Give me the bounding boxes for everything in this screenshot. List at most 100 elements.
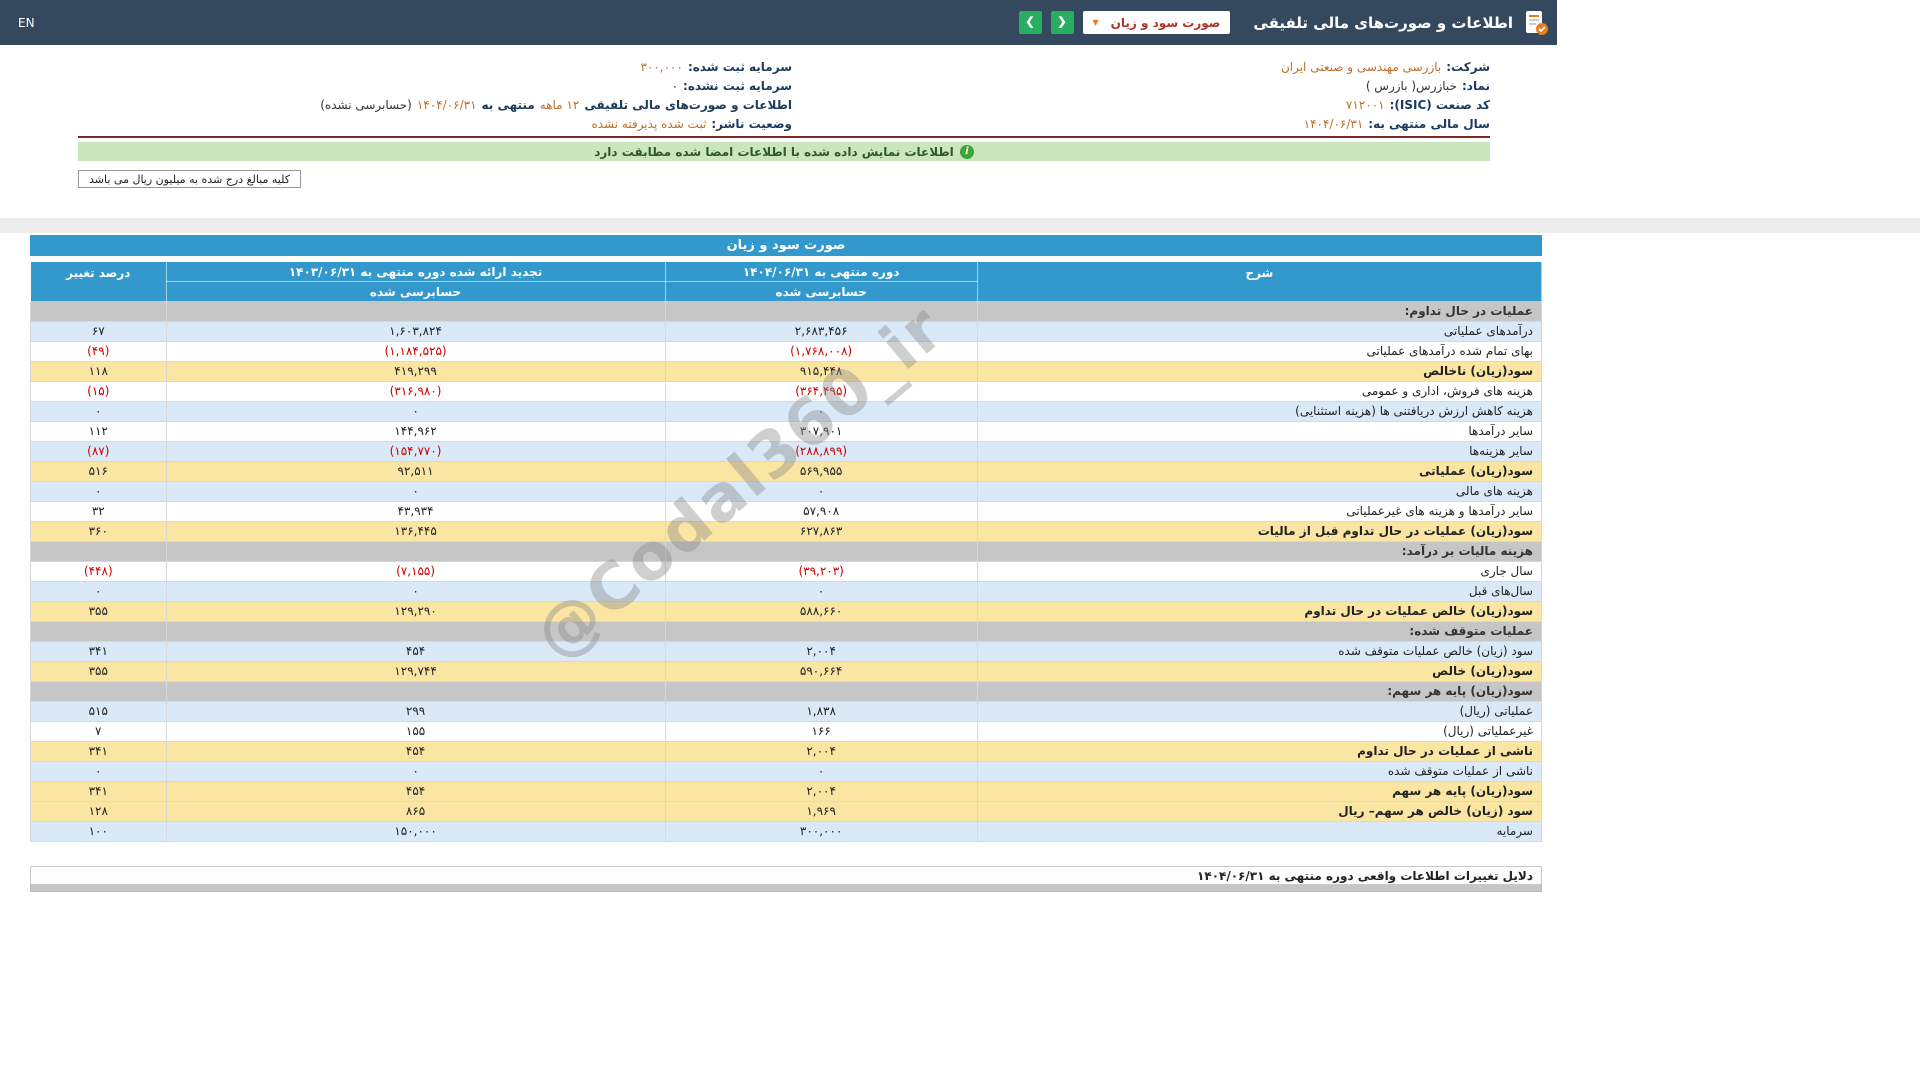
row-value-prior: ۱۳۶,۴۴۵ bbox=[165, 521, 666, 542]
statement-row: سایر درآمدها ۳۰۷,۹۰۱ ۱۴۴,۹۶۲ ۱۱۲ bbox=[30, 421, 1543, 442]
row-label: سال‌های قبل bbox=[976, 581, 1543, 602]
row-value-change: ۳۴۱ bbox=[30, 781, 167, 802]
report-line-middle: منتهی به bbox=[481, 97, 535, 112]
statement-row: سود(زیان) خالص عملیات در حال تداوم ۵۸۸,۶۶… bbox=[30, 601, 1543, 622]
statement-row: سود(زیان) پایه هر سهم ۲,۰۰۴ ۴۵۴ ۳۴۱ bbox=[30, 781, 1543, 802]
row-value-change: ۵۱۶ bbox=[30, 461, 167, 482]
row-value-current: ۲,۰۰۴ bbox=[664, 641, 978, 662]
statement-row: هزینه های مالی ۰ ۰ ۰ bbox=[30, 481, 1543, 502]
row-value-change bbox=[30, 301, 167, 322]
row-value-change: ۳۴۱ bbox=[30, 641, 167, 662]
statement-row: سود (زیان) خالص عملیات متوقف شده ۲,۰۰۴ ۴۵۴… bbox=[30, 641, 1543, 662]
column-header-prior-period: تجدید ارائه شده دوره منتهی به ۱۴۰۳/۰۶/۳۱ bbox=[165, 261, 666, 282]
row-value-current bbox=[664, 621, 978, 642]
statement-table-header: شرح دوره منتهی به ۱۴۰۴/۰۶/۳۱ تجدید ارائه… bbox=[30, 261, 1543, 302]
registered-capital-value: ۳۰۰,۰۰۰ bbox=[640, 59, 683, 74]
row-value-current: ۳۰۷,۹۰۱ bbox=[664, 421, 978, 442]
language-toggle-en[interactable]: EN bbox=[18, 16, 35, 30]
report-type-dropdown[interactable]: صورت سود و زیان ▼ bbox=[1082, 11, 1231, 34]
previous-report-button[interactable]: ❮ bbox=[1050, 11, 1074, 34]
row-value-change: ۱۲۸ bbox=[30, 801, 167, 822]
column-header-change-pct: درصد تغییر bbox=[30, 261, 167, 302]
report-line-period: ۱۲ ماهه bbox=[539, 97, 580, 112]
chevron-down-icon: ▼ bbox=[1092, 17, 1099, 27]
row-value-current: ۶۲۷,۸۶۳ bbox=[664, 521, 978, 542]
row-label: سود (زیان) خالص هر سهم– ریال bbox=[976, 801, 1543, 822]
row-value-change: ۵۱۵ bbox=[30, 701, 167, 722]
statement-row: سود (زیان) خالص هر سهم– ریال ۱,۹۶۹ ۸۶۵ ۱۲۸ bbox=[30, 801, 1543, 822]
isic-value: ۷۱۲۰۰۱ bbox=[1345, 97, 1385, 112]
banner-text: اطلاعات نمایش داده شده با اطلاعات امضا ش… bbox=[594, 144, 954, 159]
row-value-current: ۹۱۵,۴۴۸ bbox=[664, 361, 978, 382]
registered-capital-label: سرمایه ثبت شده: bbox=[687, 59, 792, 74]
row-value-prior: ۱۲۹,۲۹۰ bbox=[165, 601, 666, 622]
row-value-change: (۴۹) bbox=[30, 341, 167, 362]
row-value-prior: ۴۵۴ bbox=[165, 781, 666, 802]
page-container: اطلاعات و صورت‌های مالی تلفیقی صورت سود … bbox=[0, 0, 1557, 188]
signature-match-banner: i اطلاعات نمایش داده شده با اطلاعات امضا… bbox=[78, 142, 1490, 161]
report-line-suffix: (حسابرسی نشده) bbox=[320, 97, 412, 112]
row-value-prior bbox=[165, 621, 666, 642]
row-value-prior: ۸۶۵ bbox=[165, 801, 666, 822]
row-label: ناشی از عملیات متوقف شده bbox=[976, 761, 1543, 782]
unit-note: کلیه مبالغ درج شده به میلیون ریال می باش… bbox=[78, 170, 301, 188]
row-label: هزینه مالیات بر درآمد: bbox=[976, 541, 1543, 562]
row-value-prior: (۳۱۶,۹۸۰) bbox=[165, 381, 666, 402]
statement-section-row: عملیات متوقف شده: bbox=[30, 621, 1543, 642]
column-header-description: شرح bbox=[976, 261, 1543, 302]
company-label: شرکت: bbox=[1446, 59, 1490, 74]
report-line-prefix: اطلاعات و صورت‌های مالی تلفیقی bbox=[584, 97, 792, 112]
row-label: سایر درآمدها bbox=[976, 421, 1543, 442]
row-label: درآمدهای عملیاتی bbox=[976, 321, 1543, 342]
company-value: بازرسی مهندسی و صنعتی ایران bbox=[1280, 59, 1442, 74]
statement-table-body: عملیات در حال تداوم: درآمدهای عملیاتی ۲,۶۸… bbox=[30, 301, 1543, 842]
row-value-prior: ۲۹۹ bbox=[165, 701, 666, 722]
row-label: سود(زیان) پایه هر سهم bbox=[976, 781, 1543, 802]
statement-title-bar: صورت سود و زیان bbox=[30, 235, 1542, 256]
row-label: سود(زیان) ناخالص bbox=[976, 361, 1543, 382]
row-value-change: ۰ bbox=[30, 401, 167, 422]
codal-logo-graphic bbox=[1526, 11, 1548, 35]
row-value-change: (۸۷) bbox=[30, 441, 167, 462]
row-value-prior: ۴۱۹,۲۹۹ bbox=[165, 361, 666, 382]
row-value-current: (۳۶۴,۴۹۵) bbox=[664, 381, 978, 402]
row-value-prior: ۱۵۰,۰۰۰ bbox=[165, 821, 666, 842]
row-value-current: (۱,۷۶۸,۰۰۸) bbox=[664, 341, 978, 362]
row-label: هزینه های فروش، اداری و عمومی bbox=[976, 381, 1543, 402]
row-value-prior bbox=[165, 681, 666, 702]
statement-row: ناشی از عملیات متوقف شده ۰ ۰ ۰ bbox=[30, 761, 1543, 782]
row-value-current: ۵۶۹,۹۵۵ bbox=[664, 461, 978, 482]
statement-section-row: هزینه مالیات بر درآمد: bbox=[30, 541, 1543, 562]
statement-row: هزینه های فروش، اداری و عمومی (۳۶۴,۴۹۵) (۳… bbox=[30, 381, 1543, 402]
row-value-current: ۱,۹۶۹ bbox=[664, 801, 978, 822]
symbol-label: نماد: bbox=[1461, 78, 1490, 93]
footer-partial-row bbox=[30, 885, 1542, 892]
statement-row: درآمدهای عملیاتی ۲,۶۸۳,۴۵۶ ۱,۶۰۳,۸۲۴ ۶۷ bbox=[30, 321, 1543, 342]
row-value-change: ۰ bbox=[30, 581, 167, 602]
row-label: سود(زیان) خالص عملیات در حال تداوم bbox=[976, 601, 1543, 622]
row-value-prior: ۱,۶۰۳,۸۲۴ bbox=[165, 321, 666, 342]
row-value-change: ۳۴۱ bbox=[30, 741, 167, 762]
statement-row: سود(زیان) عملیات در حال تداوم قبل از مال… bbox=[30, 521, 1543, 542]
row-label: سرمایه bbox=[976, 821, 1543, 842]
report-dropdown-value: صورت سود و زیان bbox=[1110, 15, 1221, 30]
row-label: عملیات متوقف شده: bbox=[976, 621, 1543, 642]
row-label: سود(زیان) عملیاتی bbox=[976, 461, 1543, 482]
row-value-prior: ۱۲۹,۷۴۴ bbox=[165, 661, 666, 682]
row-value-current bbox=[664, 541, 978, 562]
codal-logo-icon[interactable] bbox=[1522, 9, 1549, 36]
unregistered-capital-value: ۰ bbox=[671, 78, 679, 93]
row-value-current bbox=[664, 681, 978, 702]
row-value-prior bbox=[165, 541, 666, 562]
row-value-change: ۷ bbox=[30, 721, 167, 742]
statement-section-row: عملیات در حال تداوم: bbox=[30, 301, 1543, 322]
row-value-change bbox=[30, 621, 167, 642]
fiscal-year-label: سال مالی منتهی به: bbox=[1368, 116, 1490, 131]
statement-section: صورت سود و زیان شرح دوره منتهی به ۱۴۰۴/۰… bbox=[0, 233, 1557, 892]
next-report-button[interactable]: ❯ bbox=[1018, 11, 1042, 34]
subheader-audited-prior: حسابرسی شده bbox=[165, 281, 666, 302]
row-value-change: ۳۶۰ bbox=[30, 521, 167, 542]
row-value-change: ۱۱۲ bbox=[30, 421, 167, 442]
row-value-prior: ۰ bbox=[165, 761, 666, 782]
symbol-value: خبازرس( بازرس ) bbox=[1365, 78, 1457, 93]
